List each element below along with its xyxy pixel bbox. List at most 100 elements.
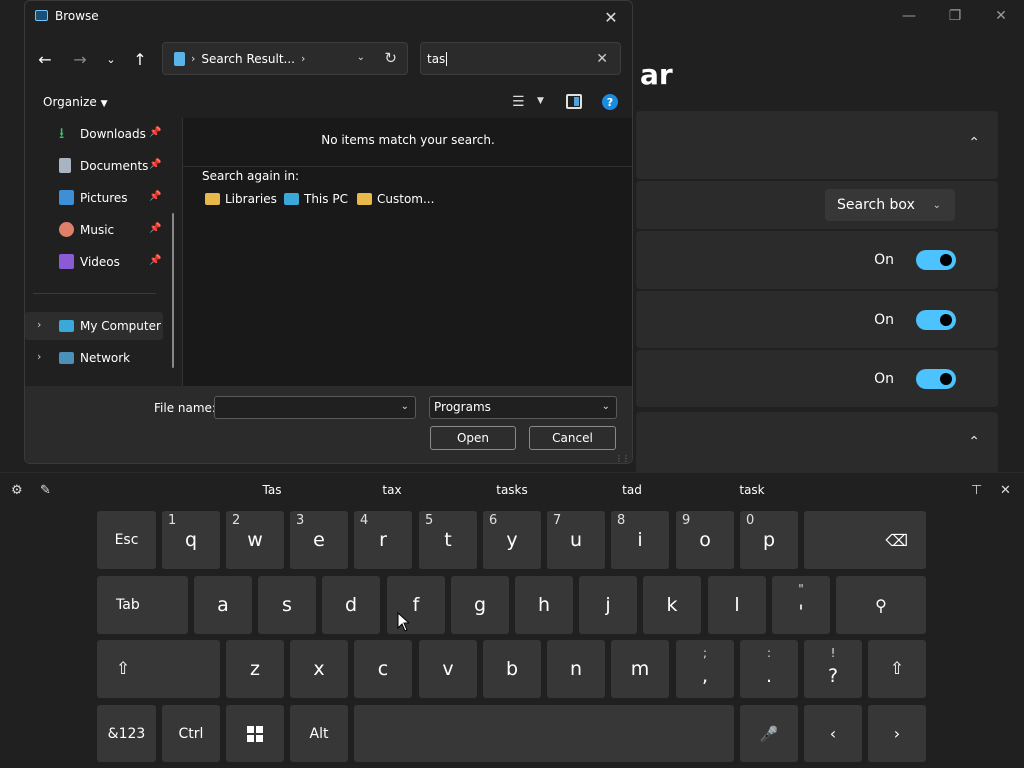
up-arrow-icon[interactable]: ↑ <box>126 45 154 73</box>
search-location-custom[interactable]: Custom... <box>357 192 434 206</box>
key-l[interactable]: l <box>708 576 766 634</box>
settings-section-header[interactable]: ⌃ <box>636 111 998 179</box>
key-g[interactable]: g <box>451 576 509 634</box>
chevron-down-icon[interactable]: ▼ <box>537 96 544 106</box>
pin-icon[interactable]: 📌 <box>149 255 161 266</box>
toggle-switch[interactable] <box>916 309 956 330</box>
organize-button[interactable]: Organize ▼ <box>43 95 108 109</box>
suggestion-item[interactable]: tad <box>622 483 642 497</box>
key-k[interactable]: k <box>643 576 701 634</box>
nav-item-music[interactable]: Music 📌 <box>25 216 165 244</box>
suggestion-item[interactable]: tax <box>382 483 401 497</box>
toggle-switch[interactable] <box>916 368 956 389</box>
key-left-arrow[interactable]: ‹ <box>804 705 862 762</box>
cancel-button[interactable]: Cancel <box>529 426 616 450</box>
pin-icon[interactable]: 📌 <box>149 223 161 234</box>
key-shift-left[interactable]: ⇧ <box>97 640 220 698</box>
key-v[interactable]: v <box>419 640 477 698</box>
search-input[interactable]: tas ✕ <box>420 42 621 75</box>
key-f[interactable]: f <box>387 576 445 634</box>
key-q[interactable]: 1q <box>162 511 220 569</box>
key-j[interactable]: j <box>579 576 637 634</box>
expand-chevron-icon[interactable]: › <box>37 318 41 331</box>
clear-icon[interactable]: ✕ <box>596 51 608 67</box>
pin-icon[interactable]: 📌 <box>149 127 161 138</box>
expand-chevron-icon[interactable]: › <box>37 350 41 363</box>
chevron-down-icon[interactable]: ⌄ <box>401 401 409 412</box>
toggle-switch[interactable] <box>916 250 956 270</box>
chevron-down-icon[interactable]: ⌄ <box>357 52 365 63</box>
key-x[interactable]: x <box>290 640 348 698</box>
key-z[interactable]: z <box>226 640 284 698</box>
key-ctrl[interactable]: Ctrl <box>162 705 220 762</box>
dialog-titlebar[interactable]: Browse ✕ <box>25 1 632 33</box>
key-c[interactable]: c <box>354 640 412 698</box>
file-type-select[interactable]: Programs ⌄ <box>429 396 617 419</box>
pin-icon[interactable]: 📌 <box>149 191 161 202</box>
key-backspace[interactable]: ⌫ <box>804 511 926 569</box>
key-esc[interactable]: Esc <box>97 511 156 569</box>
refresh-icon[interactable]: ↻ <box>384 49 397 67</box>
key-w[interactable]: 2w <box>226 511 284 569</box>
suggestion-item[interactable]: tasks <box>496 483 528 497</box>
search-mode-dropdown[interactable]: Search box ⌄ <box>825 189 955 221</box>
recent-locations-icon[interactable]: ⌄ <box>97 45 125 73</box>
file-name-input[interactable]: ⌄ <box>214 396 416 419</box>
key-period[interactable]: :. <box>740 640 798 698</box>
resize-grip-icon[interactable]: ⋮⋮ <box>615 454 630 463</box>
breadcrumb-separator-icon[interactable]: › <box>301 52 305 65</box>
key-b[interactable]: b <box>483 640 541 698</box>
key-right-arrow[interactable]: › <box>868 705 926 762</box>
key-symbols[interactable]: &123 <box>97 705 156 762</box>
pin-icon[interactable]: 📌 <box>149 159 161 170</box>
nav-item-documents[interactable]: Documents 📌 <box>25 152 165 180</box>
key-n[interactable]: n <box>547 640 605 698</box>
key-a[interactable]: a <box>194 576 252 634</box>
key-shift-right[interactable]: ⇧ <box>868 640 926 698</box>
key-o[interactable]: 9o <box>676 511 734 569</box>
suggestion-item[interactable]: Tas <box>263 483 282 497</box>
forward-arrow-icon[interactable]: → <box>66 45 94 73</box>
key-y[interactable]: 6y <box>483 511 541 569</box>
nav-item-my-computer[interactable]: › My Computer <box>25 312 163 340</box>
key-t[interactable]: 5t <box>419 511 477 569</box>
dock-keyboard-icon[interactable]: ⊤ <box>971 483 982 498</box>
key-u[interactable]: 7u <box>547 511 605 569</box>
view-options-icon[interactable]: ☰ <box>512 94 525 110</box>
close-keyboard-icon[interactable]: ✕ <box>1000 483 1011 498</box>
suggestion-item[interactable]: task <box>739 483 764 497</box>
maximize-button[interactable]: ❐ <box>932 4 978 28</box>
nav-item-pictures[interactable]: Pictures 📌 <box>25 184 165 212</box>
nav-item-videos[interactable]: Videos 📌 <box>25 248 165 276</box>
key-tab[interactable]: Tab <box>97 576 188 634</box>
key-h[interactable]: h <box>515 576 573 634</box>
gear-icon[interactable]: ⚙ <box>11 483 23 498</box>
key-space[interactable] <box>354 705 734 762</box>
back-arrow-icon[interactable]: ← <box>31 45 59 73</box>
breadcrumb[interactable]: Search Result... <box>201 52 295 66</box>
open-button[interactable]: Open <box>430 426 516 450</box>
search-location-libraries[interactable]: Libraries <box>205 192 277 206</box>
help-icon[interactable]: ? <box>602 94 618 110</box>
dialog-close-button[interactable]: ✕ <box>596 3 626 31</box>
close-window-button[interactable]: ✕ <box>978 4 1024 28</box>
key-alt[interactable]: Alt <box>290 705 348 762</box>
key-e[interactable]: 3e <box>290 511 348 569</box>
key-r[interactable]: 4r <box>354 511 412 569</box>
settings-section-header[interactable]: ⌃ <box>636 412 998 472</box>
minimize-button[interactable]: — <box>886 4 932 28</box>
key-d[interactable]: d <box>322 576 380 634</box>
address-bar[interactable]: › Search Result... › ⌄ ↻ <box>162 42 408 75</box>
nav-item-network[interactable]: › Network <box>25 344 165 372</box>
key-search[interactable]: ⚲ <box>836 576 926 634</box>
key-p[interactable]: 0p <box>740 511 798 569</box>
key-question[interactable]: !? <box>804 640 862 698</box>
key-comma[interactable]: ;, <box>676 640 734 698</box>
nav-scrollbar[interactable] <box>172 213 174 368</box>
key-m[interactable]: m <box>611 640 669 698</box>
key-i[interactable]: 8i <box>611 511 669 569</box>
key-windows[interactable] <box>226 705 284 762</box>
search-location-this-pc[interactable]: This PC <box>284 192 348 206</box>
preview-pane-icon[interactable] <box>566 94 582 109</box>
key-apostrophe[interactable]: " ' <box>772 576 830 634</box>
